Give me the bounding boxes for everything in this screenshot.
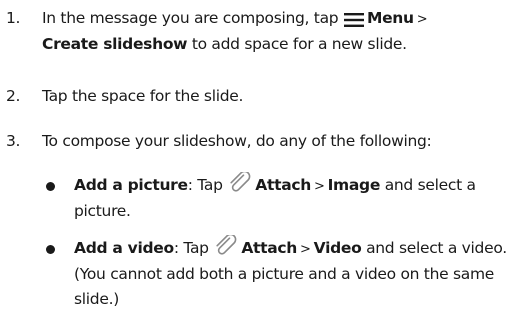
step-text: To compose your slideshow, do any of the… — [42, 132, 432, 150]
video-label: Video — [313, 239, 362, 257]
step-number: 3. — [6, 132, 21, 150]
bullet-text: Add a picture: Tap Attach > Image and sele… — [74, 170, 522, 224]
step-text: In the message you are composing, tap Me… — [42, 6, 526, 57]
separator-chevron: > — [416, 12, 428, 27]
attach-label: Attach — [241, 239, 298, 257]
bullet-icon — [46, 245, 55, 254]
bullet-title: Add a picture — [74, 176, 188, 194]
step-text-outro: to add space for a new slide. — [187, 35, 407, 53]
paperclip-icon — [228, 170, 252, 194]
menu-icon — [343, 10, 364, 27]
separator-chevron: > — [313, 179, 325, 194]
step-number: 1. — [6, 9, 21, 27]
bullet-text: Add a video: Tap Attach > Video and select… — [74, 233, 522, 312]
image-label: Image — [327, 176, 381, 194]
paperclip-icon — [214, 233, 238, 257]
bullet-colon: : Tap — [173, 239, 214, 257]
bullet-colon: : Tap — [187, 176, 228, 194]
bullet-icon — [46, 182, 55, 191]
separator-chevron: > — [300, 242, 311, 257]
step-text-intro: In the message you are composing, tap — [42, 9, 343, 27]
bullet-title: Add a video — [74, 239, 174, 257]
create-slideshow-label: Create slideshow — [42, 35, 188, 53]
step-number: 2. — [6, 87, 21, 105]
menu-label: Menu — [366, 9, 414, 27]
instructions-page: 1. In the message you are composing, tap… — [0, 0, 530, 323]
step-text: Tap the space for the slide. — [42, 87, 244, 105]
attach-label: Attach — [255, 176, 311, 194]
